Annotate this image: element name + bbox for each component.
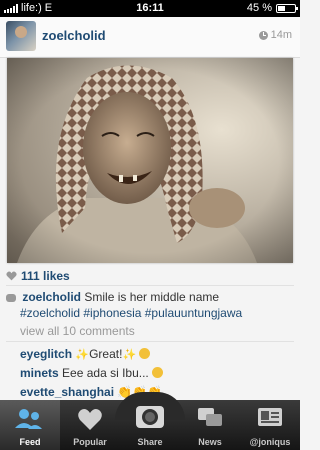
status-left: life:) E — [4, 2, 52, 14]
status-right: 45 % — [246, 2, 298, 14]
caption-hashtags[interactable]: #zoelcholid #iphonesia #pulauuntungjawa — [6, 305, 294, 321]
post-timestamp: 14m — [258, 29, 292, 41]
tab-label: @joniqus — [249, 437, 291, 447]
comment-row: minets Eee ada si Ibu... — [20, 366, 164, 380]
tab-profile[interactable]: @joniqus — [240, 400, 300, 450]
comment-bubble-icon — [6, 294, 16, 302]
tab-feed[interactable]: Feed — [0, 400, 60, 450]
battery-icon — [276, 3, 298, 13]
view-all-comments-link[interactable]: view all 10 comments — [20, 324, 135, 338]
news-icon — [198, 408, 222, 426]
carrier-label: life:) — [21, 2, 42, 14]
signal-icon — [4, 3, 18, 13]
likes-row[interactable]: 111 likes — [6, 269, 70, 283]
tab-label: Feed — [19, 437, 41, 447]
tab-label: Share — [137, 437, 163, 447]
sparkles-icon: ✨ — [122, 349, 137, 361]
tab-news[interactable]: News — [180, 400, 240, 450]
divider — [6, 341, 294, 342]
feed-icon — [15, 409, 42, 429]
post-caption: zoelcholid Smile is her middle name #zoe… — [6, 289, 294, 321]
tab-share[interactable]: Share — [120, 400, 180, 450]
heart-icon — [6, 271, 17, 281]
status-bar: life:) E 16:11 45 % — [0, 0, 300, 17]
photo-image — [7, 58, 293, 263]
comment-username[interactable]: minets — [20, 366, 59, 380]
profile-icon — [258, 408, 282, 426]
likes-count[interactable]: 111 likes — [21, 269, 70, 283]
smile-emoji-icon — [152, 367, 164, 378]
sparkles-icon: ✨ — [75, 349, 90, 361]
comment-text: Great! — [89, 347, 123, 361]
comment-username[interactable]: evette_shanghai — [20, 385, 114, 399]
clock-icon — [258, 30, 268, 40]
comment-text: Eee ada si Ibu... — [62, 366, 149, 380]
tab-popular[interactable]: Popular — [60, 400, 120, 450]
post-header: zoelcholid 14m — [0, 17, 300, 58]
smile-emoji-icon — [139, 348, 151, 359]
tab-bar: Feed Popular Share News @joniqus — [0, 392, 300, 450]
divider — [6, 285, 294, 286]
battery-percent: 45 % — [246, 2, 272, 14]
caption-username[interactable]: zoelcholid — [22, 290, 81, 304]
comment-username[interactable]: eyeglitch — [20, 347, 72, 361]
comment-row: eyeglitch ✨Great!✨ — [20, 347, 151, 361]
post-time-label: 14m — [270, 29, 292, 41]
post-photo[interactable] — [7, 58, 293, 263]
avatar[interactable] — [6, 21, 36, 51]
tab-label: News — [198, 437, 222, 447]
camera-icon — [136, 406, 164, 428]
heart-icon — [78, 409, 102, 430]
caption-text: Smile is her middle name — [84, 290, 220, 304]
network-label: E — [44, 2, 53, 14]
tab-label: Popular — [73, 437, 107, 447]
post-username[interactable]: zoelcholid — [42, 28, 106, 43]
